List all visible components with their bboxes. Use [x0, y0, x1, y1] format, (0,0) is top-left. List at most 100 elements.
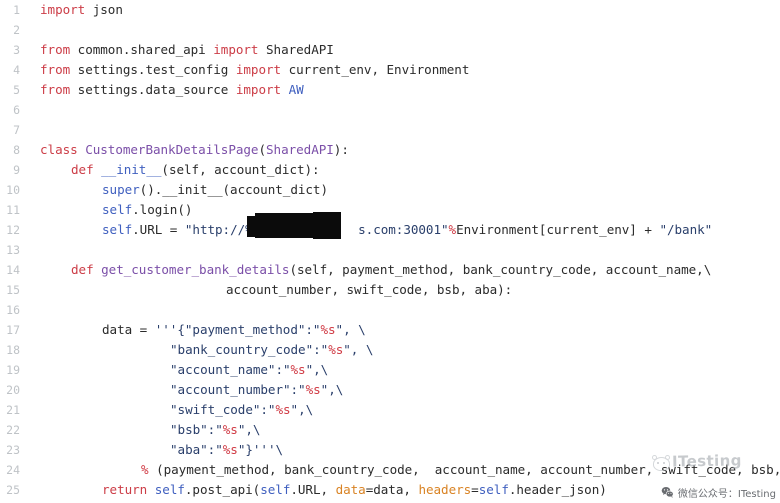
line-number: 18 [6, 343, 20, 357]
line-number: 16 [6, 303, 20, 317]
code-editor[interactable]: 1 2 3 4 5 6 7 8 9 10 11 12 13 14 15 16 1… [0, 0, 780, 503]
token-paren-open: ( [258, 142, 266, 157]
token-bank-path-string: "/bank" [659, 222, 713, 237]
token-self: self [260, 482, 291, 497]
line-number: 10 [6, 183, 20, 197]
line-number: 1 [13, 3, 20, 17]
token-module-settings-test-config: settings.test_config [70, 62, 236, 77]
token-data-value: =data, [365, 482, 419, 497]
token-keyword-import: import [235, 82, 282, 97]
token-self: self [102, 202, 133, 217]
token-self: self [154, 482, 185, 497]
token-method-init: __init__ [93, 162, 162, 177]
line-number: 6 [13, 103, 20, 117]
line-number: 24 [6, 463, 20, 477]
code-line-22[interactable]: "bsb":"%s",\ [40, 420, 260, 440]
token-self: self [478, 482, 509, 497]
token-line-tail: ", \ [343, 342, 374, 357]
token-line-tail: ",\ [237, 422, 261, 437]
line-number: 9 [13, 163, 20, 177]
token-line-tail: ",\ [305, 362, 329, 377]
token-post-api-call: .post_api( [184, 482, 261, 497]
token-key-payment-method: "payment_method":" [184, 322, 321, 337]
token-paren-close: ): [333, 142, 349, 157]
token-percent-operator: % [448, 222, 457, 237]
token-format-spec: %s [290, 362, 306, 377]
token-format-spec: %s [305, 382, 321, 397]
token-url-assign: .URL = [132, 222, 185, 237]
token-key-aba: "aba":" [170, 442, 223, 457]
line-number: 19 [6, 363, 20, 377]
token-data-assign: data = [102, 322, 155, 337]
code-content[interactable]: import json from common.shared_api impor… [40, 0, 780, 503]
token-format-spec: %s [222, 422, 238, 437]
code-line-12[interactable]: self.URL = "http://%s.e s.com:30001"%Env… [40, 220, 712, 240]
token-keyword-class: class [40, 142, 78, 157]
line-number: 15 [6, 283, 20, 297]
wechat-attribution-badge: 微信公众号：ITesting [661, 485, 776, 500]
code-line-11[interactable]: self.login() [40, 200, 192, 220]
line-number: 17 [6, 323, 20, 337]
token-key-bsb: "bsb":" [170, 422, 223, 437]
token-kwarg-headers: headers [418, 482, 472, 497]
code-line-3[interactable]: from common.shared_api import SharedAPI [40, 40, 334, 60]
token-module-json: json [85, 2, 123, 17]
code-line-19[interactable]: "account_name":"%s",\ [40, 360, 328, 380]
token-kwarg-data: data [335, 482, 366, 497]
code-line-20[interactable]: "account_number":"%s",\ [40, 380, 343, 400]
token-self-url-arg: .URL, [290, 482, 336, 497]
code-line-9[interactable]: def __init__(self, account_dict): [40, 160, 320, 180]
token-keyword-return: return [102, 482, 148, 497]
token-percent-operator: % [141, 462, 149, 477]
token-url-string-close: .com:30001" [365, 222, 449, 237]
token-keyword-from: from [40, 62, 71, 77]
token-keyword-import: import [235, 62, 282, 77]
line-number: 25 [6, 483, 20, 497]
token-line-tail: ",\ [320, 382, 344, 397]
code-line-17[interactable]: data = '''{"payment_method":"%s", \ [40, 320, 366, 340]
code-line-5[interactable]: from settings.data_source import AW [40, 80, 304, 100]
token-keyword-import: import [213, 42, 259, 57]
code-line-1[interactable]: import json [40, 0, 123, 20]
token-equals: = [471, 482, 479, 497]
code-line-18[interactable]: "bank_country_code":"%s", \ [40, 340, 373, 360]
code-line-21[interactable]: "swift_code":"%s",\ [40, 400, 313, 420]
line-number-gutter: 1 2 3 4 5 6 7 8 9 10 11 12 13 14 15 16 1… [0, 0, 34, 503]
line-number: 12 [6, 223, 20, 237]
token-keyword-def: def [71, 162, 94, 177]
code-line-4[interactable]: from settings.test_config import current… [40, 60, 469, 80]
token-super-rest: ().__init__(account_dict) [139, 182, 328, 197]
code-line-10[interactable]: super().__init__(account_dict) [40, 180, 328, 200]
token-name-aw: AW [281, 82, 304, 97]
line-number: 5 [13, 83, 20, 97]
code-line-24[interactable]: % (payment_method, bank_country_code, ac… [40, 460, 780, 480]
code-line-15[interactable]: account_number, swift_code, bsb, aba): [40, 280, 512, 300]
token-format-spec: %s [275, 402, 291, 417]
token-keyword-def: def [71, 262, 94, 277]
token-module-common: common.shared_api [70, 42, 214, 57]
token-key-swift-code: "swift_code":" [170, 402, 276, 417]
line-number: 14 [6, 263, 20, 277]
token-format-spec: %s [320, 322, 336, 337]
token-format-spec: %s [222, 442, 238, 457]
token-keyword-from: from [40, 82, 71, 97]
line-number: 22 [6, 423, 20, 437]
token-format-arguments: (payment_method, bank_country_code, acco… [148, 462, 780, 477]
token-init-args: (self, account_dict): [161, 162, 320, 177]
token-line-tail: ", \ [335, 322, 366, 337]
token-keyword-import: import [40, 2, 86, 17]
line-number: 7 [13, 123, 20, 137]
line-number: 11 [6, 203, 20, 217]
code-line-23[interactable]: "aba":"%s"}'''\ [40, 440, 283, 460]
line-number: 8 [13, 143, 20, 157]
token-triple-quote-close: "}'''\ [237, 442, 284, 457]
token-name-sharedapi: SharedAPI [258, 42, 334, 57]
code-line-8[interactable]: class CustomerBankDetailsPage(SharedAPI)… [40, 140, 349, 160]
token-format-spec: %s [328, 342, 344, 357]
token-self [147, 482, 155, 497]
token-super: super [102, 182, 140, 197]
wechat-badge-label: 微信公众号：ITesting [677, 489, 776, 500]
token-base-class: SharedAPI [266, 142, 334, 157]
code-line-14[interactable]: def get_customer_bank_details(self, paym… [40, 260, 711, 280]
code-line-25[interactable]: return self.post_api(self.URL, data=data… [40, 480, 607, 500]
